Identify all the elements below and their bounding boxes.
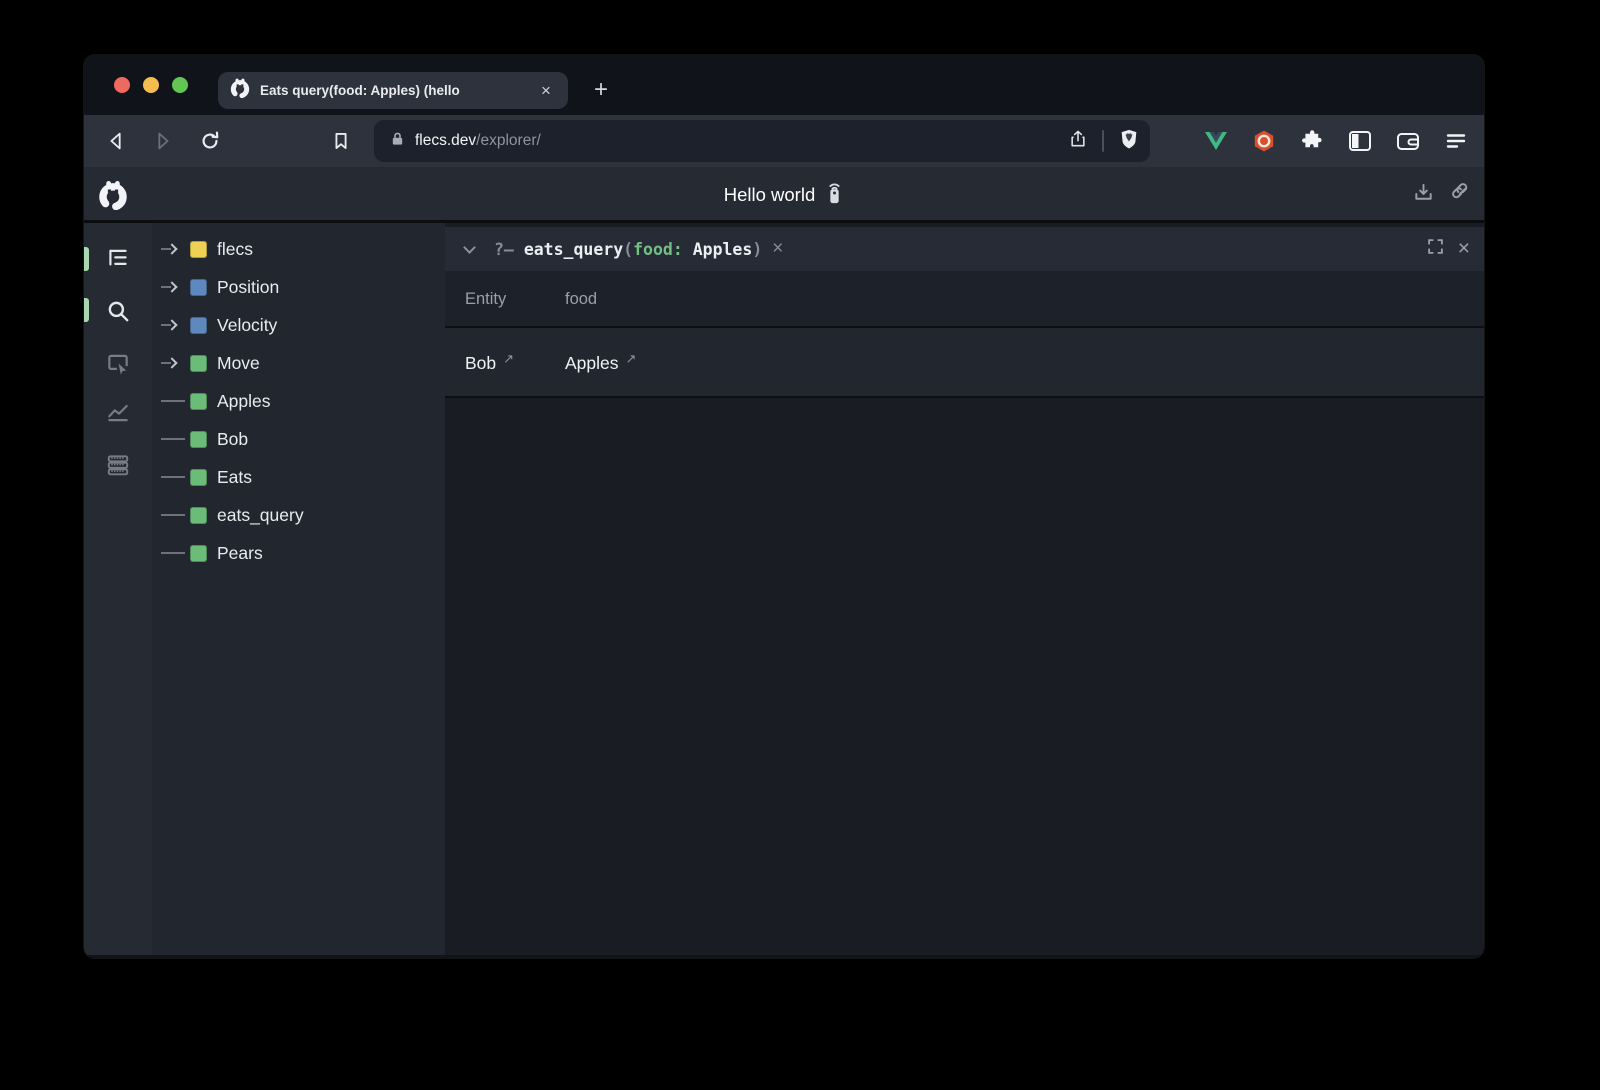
tree-branch [161, 476, 190, 478]
entity-kind-swatch [190, 393, 207, 410]
tree-branch [161, 283, 190, 291]
tree-item-Move[interactable]: Move [152, 344, 445, 382]
query-clear-icon[interactable]: × [772, 238, 783, 260]
tab-close-icon[interactable]: × [536, 81, 556, 101]
entity-tree-panel: flecs Position Velocity Move Apples Bob … [152, 223, 445, 955]
share-icon[interactable] [1068, 129, 1088, 154]
new-tab-button[interactable]: + [587, 76, 615, 104]
column-header-Entity: Entity [465, 271, 506, 328]
query-header: ?– eats_query(food: Apples) × × [445, 227, 1484, 271]
stats-chart-tool-icon[interactable] [105, 399, 131, 425]
tree-branch [161, 321, 190, 329]
vue-devtools-icon[interactable] [1204, 129, 1228, 153]
result-table-header: Entity food [445, 271, 1484, 328]
tab-favicon-flecs-logo-icon [230, 78, 250, 103]
tree-item-label: Apples [217, 391, 271, 412]
result-cell-entity[interactable]: Bob↗ [465, 328, 514, 398]
tree-item-Pears[interactable]: Pears [152, 534, 445, 572]
active-panel-pill [84, 298, 89, 322]
tree-branch [161, 245, 190, 253]
macos-minimize-button[interactable] [143, 77, 159, 93]
browser-tab[interactable]: Eats query(food: Apples) (hello × [218, 72, 568, 109]
tree-item-label: eats_query [217, 505, 304, 526]
query-panel: ?– eats_query(food: Apples) × × Entity fo… [445, 223, 1484, 955]
tree-item-label: Eats [217, 467, 252, 488]
browser-toolbar: flecs.dev/explorer/ [84, 115, 1484, 167]
world-title: Hello world [724, 184, 816, 206]
entity-kind-swatch [190, 545, 207, 562]
explorer-content: flecs Position Velocity Move Apples Bob … [84, 223, 1484, 955]
tree-item-Velocity[interactable]: Velocity [152, 306, 445, 344]
result-cell-food[interactable]: Apples↗ [565, 328, 636, 398]
browser-window: Eats query(food: Apples) (hello × + [84, 55, 1484, 958]
chevron-down-icon[interactable] [463, 241, 476, 254]
query-prompt: ?– [494, 240, 514, 259]
tree-item-Eats[interactable]: Eats [152, 458, 445, 496]
wallet-icon[interactable] [1396, 129, 1420, 153]
explorer-header: Hello world [84, 167, 1484, 223]
external-link-icon[interactable]: ↗ [503, 351, 514, 367]
remote-connection-icon [825, 181, 844, 210]
entity-kind-swatch [190, 241, 207, 258]
menu-icon[interactable] [1444, 129, 1468, 153]
column-header-food: food [565, 271, 597, 328]
result-row: Bob↗ Apples↗ [445, 328, 1484, 398]
tree-branch [161, 400, 190, 402]
result-table-body: Bob↗ Apples↗ [445, 328, 1484, 398]
entity-kind-swatch [190, 317, 207, 334]
url-path: /explorer/ [476, 132, 541, 150]
fullscreen-icon[interactable] [1427, 238, 1444, 260]
tree-item-flecs[interactable]: flecs [152, 230, 445, 268]
address-bar[interactable]: flecs.dev/explorer/ [374, 120, 1150, 162]
search-tool-icon[interactable] [105, 298, 131, 324]
query-expression: ?– eats_query(food: Apples) [494, 240, 762, 259]
external-link-icon[interactable]: ↗ [626, 351, 637, 367]
tree-item-Apples[interactable]: Apples [152, 382, 445, 420]
macos-close-button[interactable] [114, 77, 130, 93]
brave-shield-icon[interactable] [1118, 128, 1140, 155]
tree-item-label: Bob [217, 429, 248, 450]
tab-title: Eats query(food: Apples) (hello [260, 83, 536, 98]
download-world-icon[interactable] [1408, 181, 1438, 209]
entity-kind-swatch [190, 469, 207, 486]
entity-kind-swatch [190, 507, 207, 524]
extensions-puzzle-icon[interactable] [1300, 129, 1324, 153]
lock-icon [390, 131, 405, 152]
active-panel-pill [84, 247, 89, 271]
tree-branch [161, 552, 190, 554]
tree-branch [161, 514, 190, 516]
bookmark-icon[interactable] [328, 128, 354, 154]
tree-item-label: Pears [217, 543, 263, 564]
tree-item-Bob[interactable]: Bob [152, 420, 445, 458]
tree-item-label: Velocity [217, 315, 277, 336]
tree-item-eats_query[interactable]: eats_query [152, 496, 445, 534]
entity-kind-swatch [190, 355, 207, 372]
tool-rail [84, 223, 152, 955]
forward-button[interactable] [150, 128, 176, 154]
address-bar-actions [1068, 120, 1140, 162]
tree-item-Position[interactable]: Position [152, 268, 445, 306]
tree-branch [161, 359, 190, 367]
back-button[interactable] [103, 128, 129, 154]
memory-tool-icon[interactable] [105, 452, 131, 478]
reload-button[interactable] [197, 128, 223, 154]
panel-close-icon[interactable]: × [1458, 237, 1470, 261]
tree-item-label: Move [217, 353, 260, 374]
url-host: flecs.dev [415, 132, 476, 150]
entity-kind-swatch [190, 279, 207, 296]
hexagon-extension-icon[interactable] [1252, 129, 1276, 153]
extension-row [1204, 115, 1468, 167]
macos-zoom-button[interactable] [172, 77, 188, 93]
sidebar-toggle-icon[interactable] [1348, 129, 1372, 153]
divider [1102, 130, 1104, 152]
tab-bar: Eats query(food: Apples) (hello × + [84, 55, 1484, 115]
tree-branch [161, 438, 190, 440]
share-link-icon[interactable] [1446, 181, 1476, 209]
tree-item-label: Position [217, 277, 279, 298]
inspector-tool-icon[interactable] [105, 351, 131, 377]
tree-item-label: flecs [217, 239, 253, 260]
entity-tree-tool-icon[interactable] [105, 246, 131, 272]
entity-kind-swatch [190, 431, 207, 448]
